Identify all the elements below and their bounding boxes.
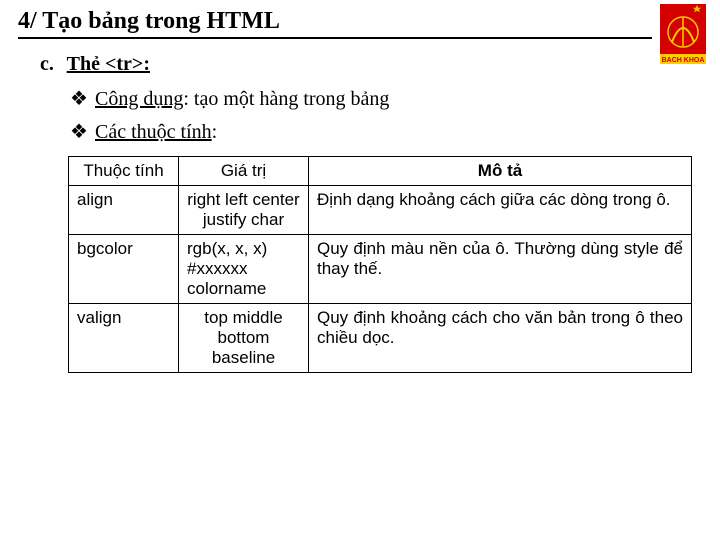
page-title: 4/ Tạo bảng trong HTML bbox=[18, 8, 652, 39]
bachkhoa-logo: BACH KHOA bbox=[660, 4, 706, 64]
table-row: bgcolor rgb(x, x, x) #xxxxxx colorname Q… bbox=[69, 235, 692, 304]
cell-attr: valign bbox=[69, 304, 179, 373]
section-marker: c. bbox=[40, 53, 62, 76]
bullet-attributes: ❖ Các thuộc tính: bbox=[70, 119, 702, 144]
bullet-label-1: Các thuộc tính bbox=[95, 121, 212, 143]
bullet-usage: ❖ Công dụng: tạo một hàng trong bảng bbox=[70, 86, 702, 111]
diamond-icon: ❖ bbox=[70, 86, 90, 111]
section-title-tag: <tr>: bbox=[105, 53, 150, 75]
cell-desc: Quy định khoảng cách cho văn bản trong ô… bbox=[309, 304, 692, 373]
cell-desc: Quy định màu nền của ô. Thường dùng styl… bbox=[309, 235, 692, 304]
bullet-label-0: Công dụng bbox=[95, 88, 183, 110]
diamond-icon: ❖ bbox=[70, 119, 90, 144]
cell-attr: bgcolor bbox=[69, 235, 179, 304]
section-heading: c. Thẻ <tr>: bbox=[40, 53, 702, 76]
bullet-rest-0: : tạo một hàng trong bảng bbox=[183, 88, 389, 110]
section-title-prefix: Thẻ bbox=[67, 53, 105, 75]
th-attr: Thuộc tính bbox=[69, 157, 179, 186]
bullet-rest-1: : bbox=[212, 121, 218, 143]
svg-text:BACH KHOA: BACH KHOA bbox=[662, 57, 705, 64]
th-desc: Mô tả bbox=[309, 157, 692, 186]
cell-val: rgb(x, x, x) #xxxxxx colorname bbox=[179, 235, 309, 304]
cell-val: top middle bottom baseline bbox=[179, 304, 309, 373]
table-header-row: Thuộc tính Giá trị Mô tả bbox=[69, 157, 692, 186]
attributes-table: Thuộc tính Giá trị Mô tả align right lef… bbox=[68, 156, 692, 373]
table-row: valign top middle bottom baseline Quy đị… bbox=[69, 304, 692, 373]
cell-val: right left center justify char bbox=[179, 186, 309, 235]
th-val: Giá trị bbox=[179, 157, 309, 186]
table-row: align right left center justify char Địn… bbox=[69, 186, 692, 235]
section-c: c. Thẻ <tr>: ❖ Công dụng: tạo một hàng t… bbox=[18, 53, 702, 373]
cell-attr: align bbox=[69, 186, 179, 235]
cell-desc: Định dạng khoảng cách giữa các dòng tron… bbox=[309, 186, 692, 235]
